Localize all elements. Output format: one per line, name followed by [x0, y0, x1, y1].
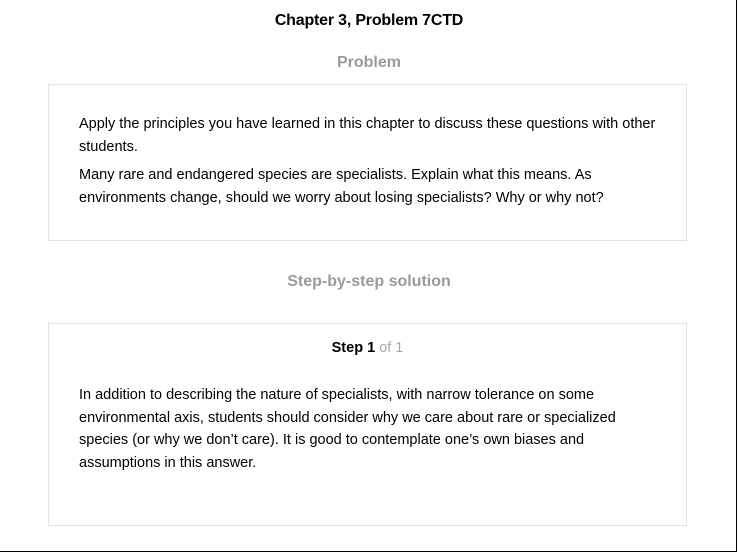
step-number: 1 — [367, 340, 376, 356]
step-indicator: Step 1 of 1 — [79, 338, 656, 358]
problem-card: Apply the principles you have learned in… — [48, 84, 687, 241]
solution-body: In addition to describing the nature of … — [79, 387, 616, 471]
problem-paragraph-1: Apply the principles you have learned in… — [79, 116, 656, 155]
solution-card: Step 1 of 1 In addition to describing th… — [48, 323, 687, 526]
problem-paragraph-2: Many rare and endangered species are spe… — [79, 167, 604, 206]
step-total: of 1 — [379, 340, 404, 356]
problem-heading: Problem — [336, 54, 401, 71]
step-label: Step — [331, 340, 364, 356]
solution-heading: Step-by-step solution — [287, 273, 451, 290]
page-title: Chapter 3, Problem 7CTD — [274, 12, 464, 29]
